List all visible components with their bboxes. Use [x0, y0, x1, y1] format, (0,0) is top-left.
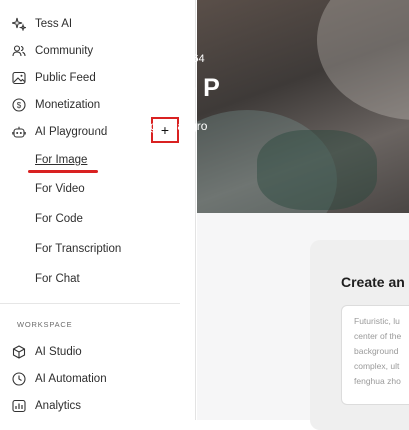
hero-banner	[197, 0, 409, 213]
clock-icon	[12, 372, 26, 386]
page-title: AI Image P	[92, 74, 220, 102]
chart-icon	[12, 399, 26, 413]
prompt-line: complex, ult	[354, 361, 400, 371]
hero-count: 464	[186, 53, 205, 65]
sidebar-item-label: Community	[35, 45, 94, 57]
dollar-icon: $	[12, 98, 26, 112]
sidebar-item-analytics[interactable]: Analytics	[12, 394, 81, 418]
image-icon	[12, 71, 26, 85]
sidebar-item-label: Tess AI	[35, 18, 73, 30]
rocket-icon	[169, 54, 180, 65]
sidebar-subitem-for-chat[interactable]: For Chat	[35, 273, 80, 285]
sidebar-subitem-for-image[interactable]: For Image	[35, 154, 87, 166]
sidebar-subitem-for-code[interactable]: For Code	[35, 213, 83, 225]
sidebar-item-monetization[interactable]: $ Monetization	[12, 93, 100, 117]
sidebar-item-public-feed[interactable]: Public Feed	[12, 66, 96, 90]
annotation-underline	[28, 170, 98, 173]
sidebar-subitem-for-video[interactable]: For Video	[35, 183, 85, 195]
robot-icon	[12, 125, 26, 139]
sidebar-item-ai-automation[interactable]: AI Automation	[12, 367, 107, 391]
sidebar-item-label: Analytics	[35, 400, 82, 412]
sidebar-divider	[0, 303, 180, 304]
sidebar-subitem-for-transcription[interactable]: For Transcription	[35, 243, 121, 255]
sidebar-item-label: AI Studio	[35, 346, 82, 358]
svg-text:$: $	[17, 101, 22, 110]
prompt-line: center of the	[354, 331, 402, 341]
sidebar-item-tess-ai[interactable]: Tess AI	[12, 12, 72, 36]
sidebar-item-label: Monetization	[35, 99, 101, 111]
sparkle-icon	[12, 17, 26, 31]
sidebar-item-ai-studio[interactable]: AI Studio	[12, 340, 82, 364]
sidebar-item-label: AI Automation	[35, 373, 107, 385]
hero-stats: 0 months 464	[93, 53, 205, 65]
users-icon	[12, 44, 26, 58]
prompt-input[interactable]: Futuristic, lu center of the background …	[341, 305, 409, 405]
calendar-icon	[93, 54, 104, 65]
prompt-line: fenghua zho	[354, 376, 401, 386]
prompt-line: background	[354, 346, 399, 356]
section-label-workspace: WORKSPACE	[17, 320, 73, 329]
create-card-title: Create an	[341, 274, 405, 290]
hero-duration: 0 months	[110, 53, 156, 65]
page-subtitle: The AI Image Playgro	[92, 119, 208, 133]
sidebar-item-community[interactable]: Community	[12, 39, 93, 63]
cube-icon	[12, 345, 26, 359]
hero-background-art	[317, 0, 409, 120]
prompt-line: Futuristic, lu	[354, 316, 400, 326]
sidebar-item-label: Public Feed	[35, 72, 96, 84]
